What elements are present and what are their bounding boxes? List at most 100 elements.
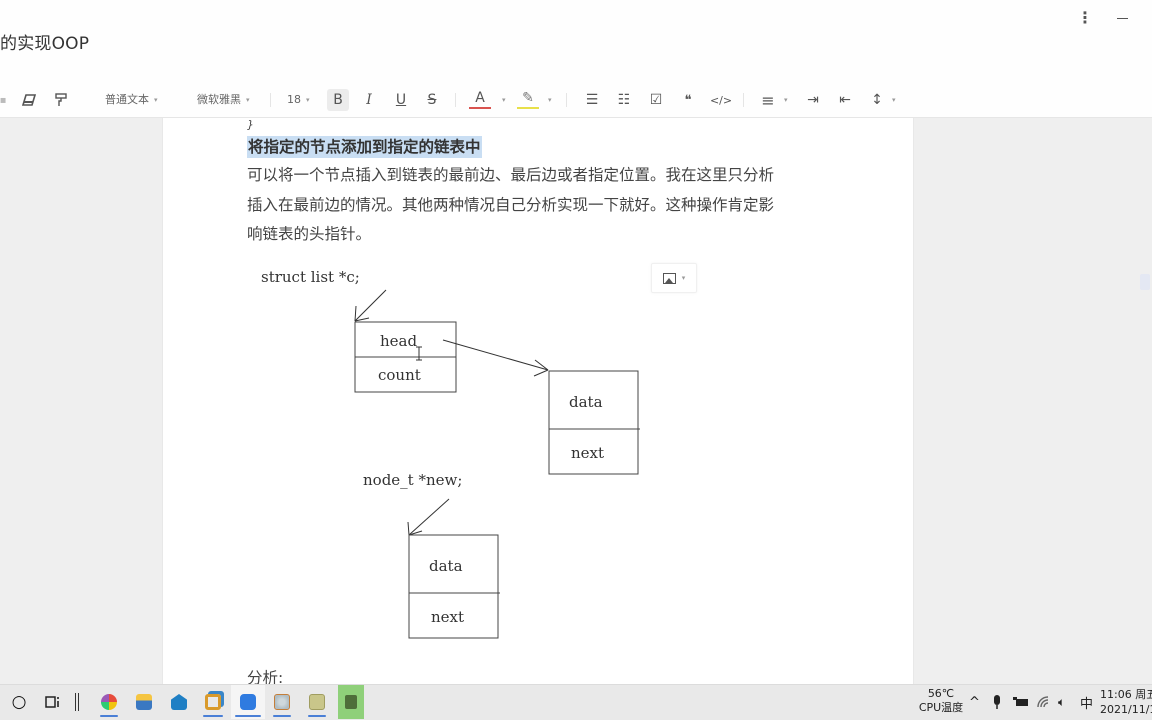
underline-button[interactable]: U — [390, 89, 412, 111]
left-gutter — [0, 118, 162, 684]
clock-date: 2021/11/1 — [1100, 703, 1152, 716]
chevron-down-icon: ▾ — [681, 274, 686, 282]
image-icon — [662, 272, 676, 284]
field-data: data — [429, 557, 463, 575]
format-painter-icon[interactable] — [50, 89, 72, 111]
running-indicator — [100, 715, 118, 717]
field-count: count — [378, 366, 421, 384]
node-box: data next — [548, 370, 640, 475]
strikethrough-button[interactable]: S — [421, 89, 443, 111]
taskbar-divider — [72, 685, 82, 719]
chevron-down-icon: ▾ — [784, 96, 788, 104]
head-pointer-arrow — [442, 339, 549, 377]
minimize-button[interactable] — [1112, 8, 1134, 30]
taskbar-app-windows[interactable] — [199, 685, 227, 719]
font-size-dropdown[interactable]: 18 ▾ — [287, 89, 310, 111]
taskbar-app-paint[interactable] — [269, 685, 295, 719]
chevron-down-icon: ▾ — [548, 96, 552, 104]
font-family-dropdown[interactable]: 微软雅黑 ▾ — [197, 89, 250, 111]
taskbar-app-mail[interactable] — [166, 685, 192, 719]
taskbar-app-chrome[interactable] — [96, 685, 122, 719]
wifi-icon[interactable] — [1037, 685, 1051, 719]
chevron-down-icon: ▾ — [306, 96, 310, 104]
folder-icon — [136, 694, 152, 710]
app-icon — [309, 694, 325, 710]
font-color-dropdown[interactable]: ▾ — [497, 89, 506, 111]
battery-icon[interactable] — [1013, 685, 1029, 719]
bullet-list-button[interactable]: ☰ — [581, 89, 603, 111]
line-height-button[interactable]: ↕ — [866, 89, 888, 111]
clock-time: 11:06 周五 — [1100, 688, 1152, 701]
taskbar-app-generic[interactable] — [304, 685, 330, 719]
document-title: 的实现OOP — [0, 34, 90, 54]
search-circle-icon[interactable]: ○ — [8, 685, 30, 719]
quote-button[interactable]: ❝ — [677, 89, 699, 111]
window-stack-icon — [205, 694, 221, 710]
new-node-declaration: node_t *new; — [363, 471, 462, 489]
image-options-button[interactable]: ▾ — [651, 263, 697, 293]
taskbar-app-explorer[interactable] — [131, 685, 157, 719]
chevron-down-icon: ▾ — [502, 96, 506, 104]
microphone-icon[interactable] — [992, 685, 1002, 719]
new-pointer-arrow — [407, 498, 450, 536]
code-button[interactable]: </> — [710, 89, 732, 111]
recorder-icon — [345, 695, 357, 709]
title-bar: 的实现OOP ⋮ — [0, 0, 1152, 80]
chevron-down-icon: ▾ — [892, 96, 896, 104]
cpu-temp-value: 56℃ — [927, 687, 955, 700]
scrollbar-thumb[interactable] — [1140, 274, 1150, 290]
formatting-toolbar: ▪ 普通文本 ▾ 微软雅黑 ▾ 18 ▾ B I U S A ▾ ✎ ▾ ☰ ☷ ☑ … — [0, 80, 1152, 118]
outdent-button[interactable]: ⇤ — [834, 89, 856, 111]
font-color-button[interactable]: A — [469, 89, 491, 109]
chevron-down-icon: ▾ — [246, 96, 250, 104]
task-view-icon[interactable] — [42, 685, 64, 719]
right-gutter — [914, 118, 1152, 684]
toolbar-divider — [270, 93, 271, 107]
app-window: 的实现OOP ⋮ ▪ 普通文本 ▾ 微软雅黑 ▾ 18 ▾ B I U S A ▾ ✎… — [0, 0, 1152, 720]
highlight-button[interactable]: ✎ — [517, 89, 539, 109]
align-button[interactable]: ≡ — [757, 89, 779, 111]
italic-button[interactable]: I — [358, 89, 380, 111]
font-family-value: 微软雅黑 — [197, 93, 241, 106]
cpu-temp-label: CPU温度 — [918, 701, 964, 714]
line-height-dropdown[interactable]: ▾ — [887, 89, 896, 111]
eraser-icon[interactable] — [18, 89, 40, 111]
tray-overflow-chevron-icon[interactable]: ^ — [969, 685, 980, 719]
chevron-down-icon: ▾ — [154, 96, 158, 104]
running-indicator — [203, 715, 223, 717]
field-head: head — [380, 332, 417, 350]
system-clock[interactable]: 11:06 周五 2021/11/1 — [1100, 687, 1152, 717]
field-next: next — [431, 608, 464, 626]
paragraph-style-dropdown[interactable]: 普通文本 ▾ — [105, 89, 158, 111]
taskbar-app-recorder[interactable] — [338, 685, 364, 719]
more-options-button[interactable]: ⋮ — [1074, 8, 1096, 30]
cpu-temp-widget[interactable]: 56℃ CPU温度 — [918, 687, 964, 715]
running-indicator — [308, 715, 326, 717]
numbered-list-button[interactable]: ☷ — [613, 89, 635, 111]
font-size-value: 18 — [287, 93, 301, 106]
taskbar-app-notes[interactable] — [231, 685, 265, 719]
volume-icon[interactable]: 🔈︎ — [1058, 685, 1065, 719]
highlight-dropdown[interactable]: ▾ — [543, 89, 552, 111]
bold-button[interactable]: B — [327, 89, 349, 111]
toolbar-divider — [566, 93, 567, 107]
list-struct-box: head count — [354, 321, 457, 393]
checklist-button[interactable]: ☑ — [645, 89, 667, 111]
document-page[interactable]: } 将指定的节点添加到指定的链表中 可以将一个节点插入到链表的最前边、最后边或者… — [162, 118, 914, 684]
linked-list-diagram[interactable]: struct list *c; head count data next nod… — [163, 118, 914, 684]
new-node-box: data next — [408, 534, 500, 639]
running-indicator — [273, 715, 291, 717]
toolbar-overflow-icon[interactable]: ▪ — [0, 89, 14, 111]
field-next: next — [571, 444, 604, 462]
toolbar-divider — [455, 93, 456, 107]
running-indicator — [235, 715, 261, 717]
ime-indicator[interactable]: 中 — [1080, 685, 1093, 719]
analysis-label: 分析: — [247, 669, 284, 684]
align-dropdown[interactable]: ▾ — [779, 89, 788, 111]
indent-button[interactable]: ⇥ — [802, 89, 824, 111]
toolbar-divider — [743, 93, 744, 107]
list-declaration: struct list *c; — [261, 268, 360, 286]
pointer-arrow — [354, 289, 387, 322]
notes-app-icon — [240, 694, 256, 710]
field-data: data — [569, 393, 603, 411]
